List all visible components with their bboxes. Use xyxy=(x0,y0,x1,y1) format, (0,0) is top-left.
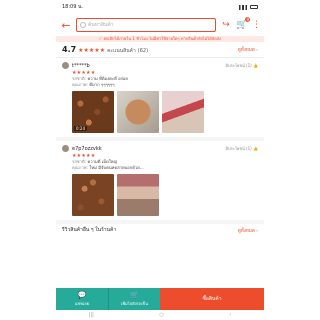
signal-icon xyxy=(239,4,247,10)
review-quality: คุณภาพ: ดีมาก ๆๆๆๆๆๆ xyxy=(72,82,258,88)
buy-now-button[interactable]: ซื้อสินค้า xyxy=(160,288,264,310)
rating-summary: 4.7 ★★★★★ คะแนนสินค้า (62) ดูทั้งหมด › xyxy=(56,42,264,58)
review-item: t*****b มีประโยชน์ (1) 👍 ★★★★★ รสชาติ: ค… xyxy=(56,58,264,141)
cart-badge: 9 xyxy=(245,17,250,22)
quality-value: ดีมาก ๆๆๆๆๆๆ xyxy=(89,82,115,87)
review-photo[interactable] xyxy=(117,174,159,216)
review-username: t*****b xyxy=(72,62,90,69)
variant-label: รสชาติ: xyxy=(72,159,87,164)
chat-label: แชทเลย xyxy=(74,300,90,306)
more-reviews-header: รีวิวสินค้าอื่น ๆ ในร้านค้า ดูทั้งหมด › xyxy=(56,224,264,236)
chat-icon: 💬 xyxy=(77,290,87,299)
rating-stars: ★★★★★ xyxy=(78,46,106,54)
status-icons xyxy=(239,4,258,10)
more-reviews-title: รีวิวสินค้าอื่น ๆ ในร้านค้า xyxy=(62,227,117,233)
status-time: 18:09 น. xyxy=(62,4,84,10)
more-options-icon[interactable]: ⋮ xyxy=(252,20,261,30)
review-photo[interactable] xyxy=(117,91,159,133)
review-item: e7p7ozzvkk มีประโยชน์ (1) 👍 ★★★★★ รสชาติ… xyxy=(56,141,264,224)
add-cart-icon: 🛒 xyxy=(130,290,139,299)
chat-button[interactable]: 💬 แชทเลย xyxy=(56,288,108,310)
helpful-button[interactable]: มีประโยชน์ (1) 👍 xyxy=(225,62,258,69)
quality-label: คุณภาพ: xyxy=(72,82,88,87)
bottom-action-bar: 💬 แชทเลย 🛒 เพิ่มไปยังรถเข็น ซื้อสินค้า xyxy=(56,288,264,310)
top-bar: ← ค้นหาสินค้า ↪ 🛒 9 ⋮ xyxy=(56,14,264,36)
home-icon[interactable]: ○ xyxy=(159,312,163,318)
buy-label: ซื้อสินค้า xyxy=(202,296,222,302)
add-to-cart-button[interactable]: 🛒 เพิ่มไปยังรถเข็น xyxy=(108,288,160,310)
variant-value: ความดี เม็ดใหญ่ xyxy=(87,159,118,164)
helpful-button[interactable]: มีประโยชน์ (1) 👍 xyxy=(225,145,258,152)
review-photos: 0:24 xyxy=(72,91,258,133)
variant-label: รสชาติ: xyxy=(72,76,87,81)
quality-value: ใหม่ มีจับตนทดสายบอกด้วย... xyxy=(89,165,144,170)
battery-icon xyxy=(250,5,258,9)
review-photos xyxy=(72,174,258,216)
nav-back-icon[interactable]: ‹ xyxy=(229,312,231,318)
avatar xyxy=(62,62,69,69)
more-reviews-see-all[interactable]: ดูทั้งหมด › xyxy=(238,227,258,234)
review-video-thumbnail[interactable]: 0:24 xyxy=(72,91,114,133)
video-duration: 0:24 xyxy=(74,126,87,131)
recent-apps-icon[interactable]: ||| xyxy=(89,312,94,318)
review-quality: คุณภาพ: ใหม่ มีจับตนทดสายบอกด้วย... xyxy=(72,165,258,171)
app-screen: 18:09 น. ← ค้นหาสินค้า ↪ 🛒 9 ⋮ ✓ ยกเลิกได… xyxy=(56,0,264,320)
see-all-reviews-link[interactable]: ดูทั้งหมด › xyxy=(238,46,258,53)
rating-score: 4.7 xyxy=(62,44,77,54)
rating-label: คะแนนสินค้า xyxy=(107,47,136,54)
system-nav-bar: ||| ○ ‹ xyxy=(56,310,264,320)
review-username: e7p7ozzvkk xyxy=(72,145,102,152)
review-photo[interactable] xyxy=(162,91,204,133)
add-cart-label: เพิ่มไปยังรถเข็น xyxy=(121,300,148,306)
cart-icon[interactable]: 🛒 9 xyxy=(236,17,250,30)
share-icon[interactable]: ↪ xyxy=(220,20,232,30)
rating-count: (62) xyxy=(137,47,149,54)
variant-value: ความ ที่ต้องตะดี อร่อย xyxy=(87,76,128,81)
back-arrow-icon[interactable]: ← xyxy=(60,19,72,32)
search-icon xyxy=(80,22,86,28)
status-bar: 18:09 น. xyxy=(56,0,264,14)
quality-label: คุณภาพ: xyxy=(72,165,88,170)
search-input[interactable]: ค้นหาสินค้า xyxy=(76,18,216,32)
review-photo[interactable] xyxy=(72,174,114,216)
search-placeholder: ค้นหาสินค้า xyxy=(88,22,114,28)
avatar xyxy=(62,145,69,152)
